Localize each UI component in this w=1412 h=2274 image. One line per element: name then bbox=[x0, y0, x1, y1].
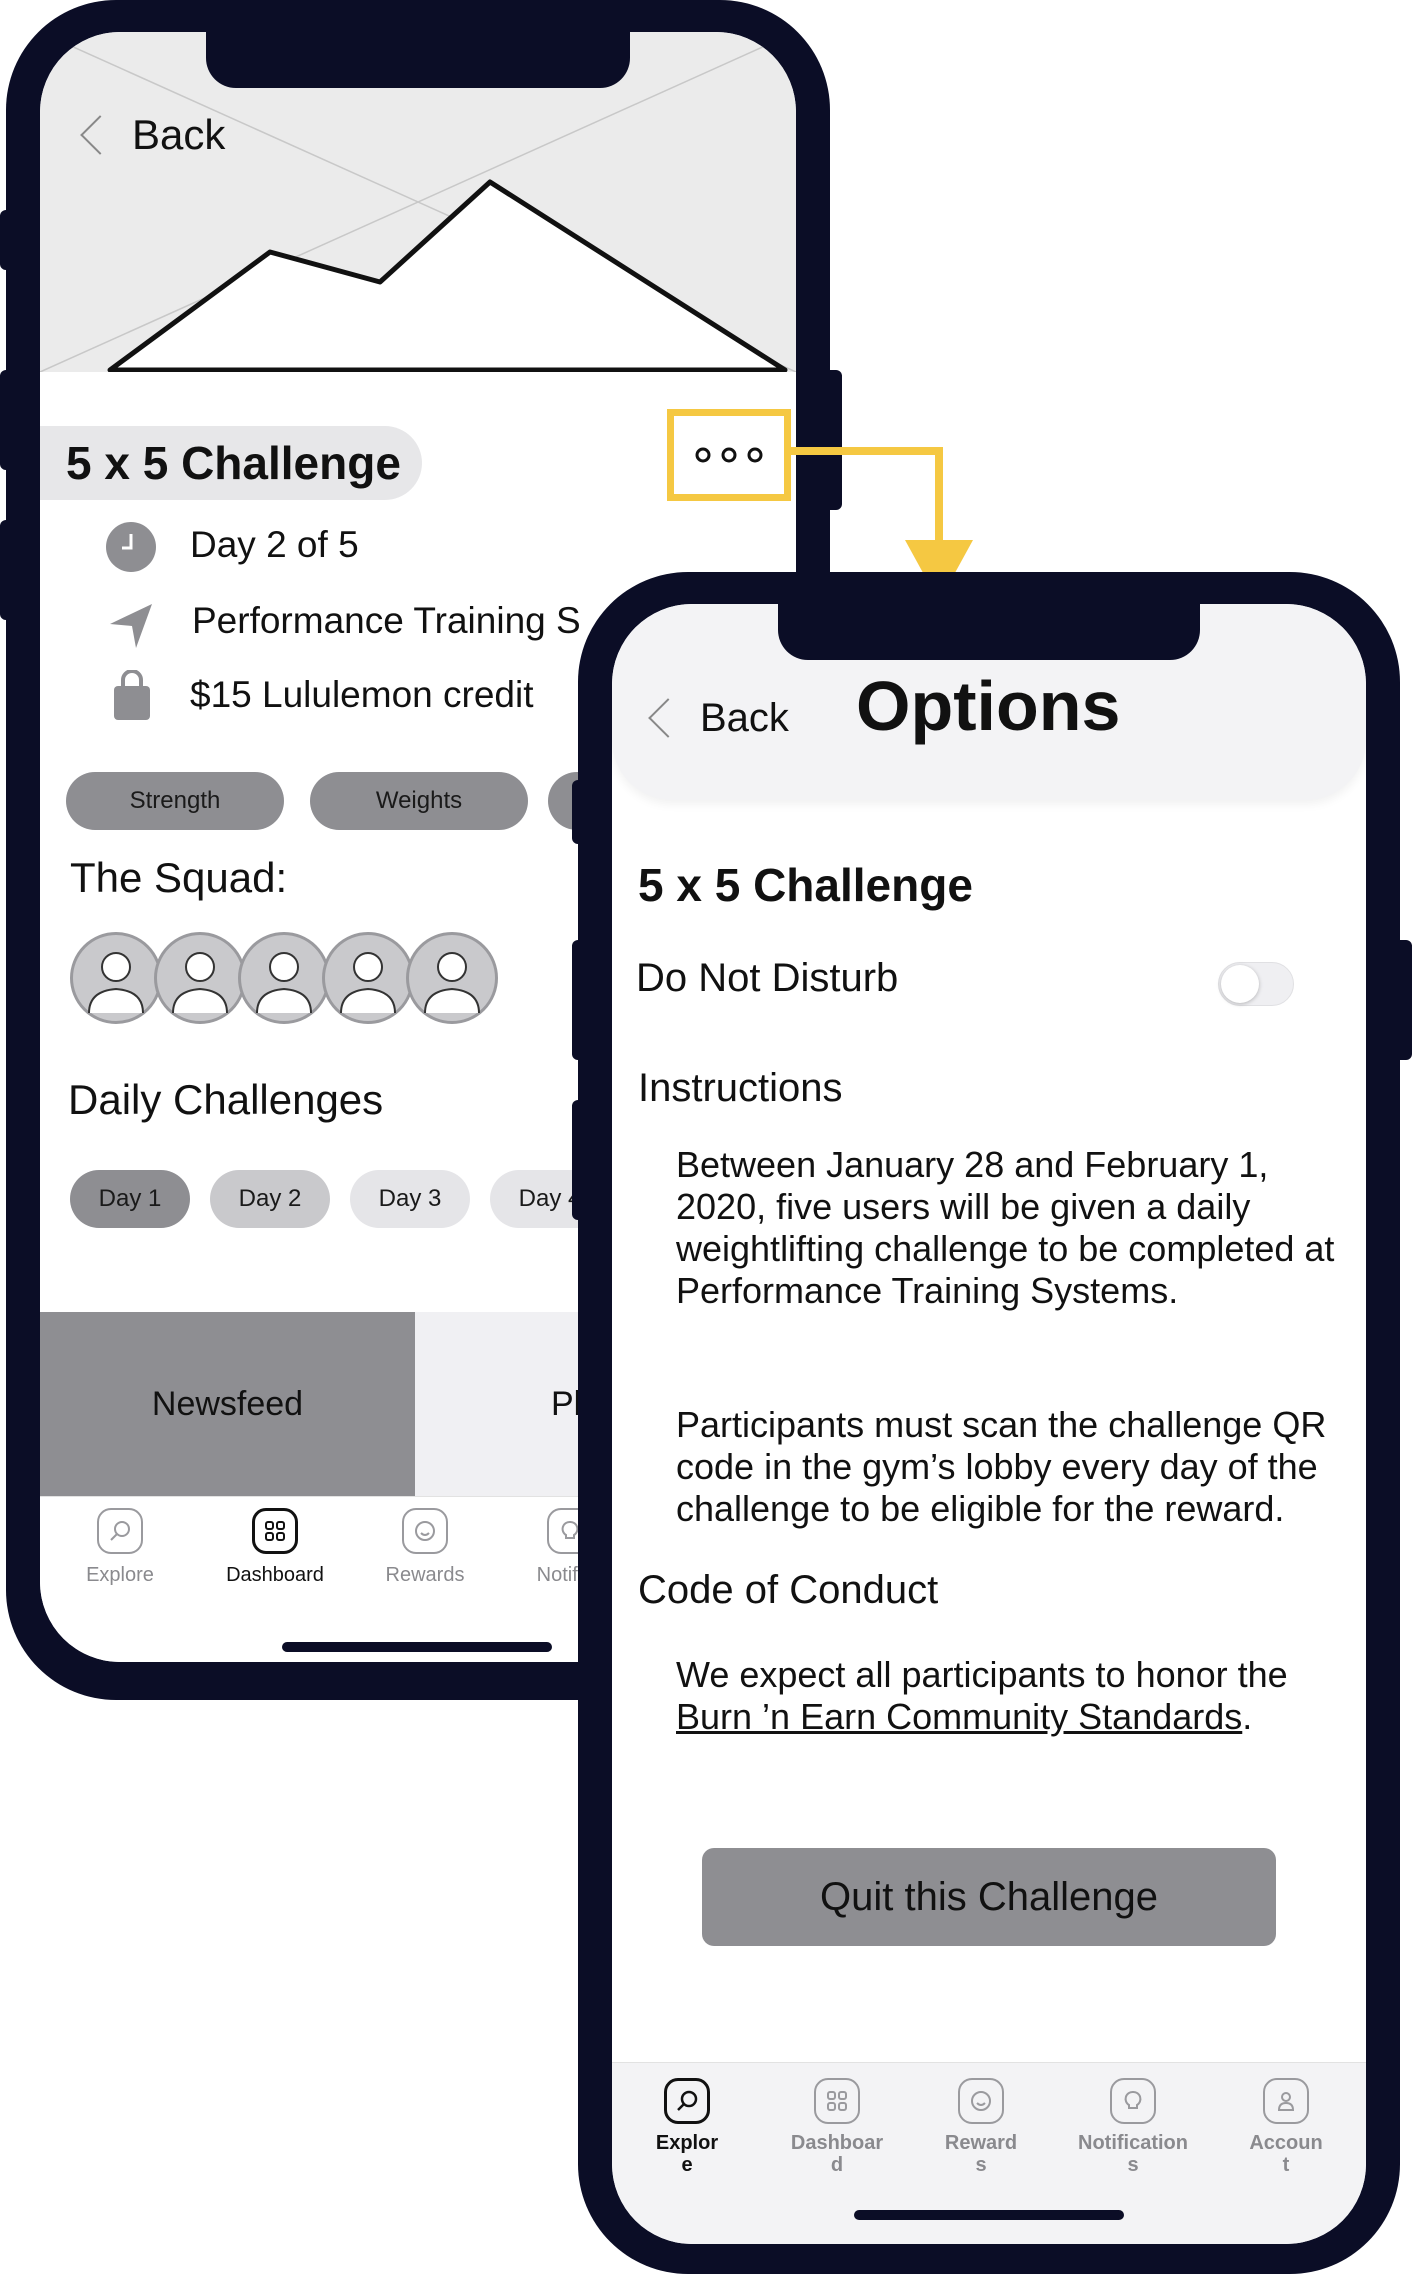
back-button[interactable]: Back bbox=[76, 110, 225, 160]
avatar[interactable] bbox=[154, 932, 246, 1024]
ellipsis-icon bbox=[695, 447, 763, 463]
day-pill-2[interactable]: Day 2 bbox=[210, 1170, 330, 1228]
tab-explore[interactable]: Explor e bbox=[642, 2078, 732, 2176]
back-button[interactable]: Back bbox=[644, 688, 789, 748]
conduct-heading: Code of Conduct bbox=[638, 1568, 939, 1612]
detail-day: Day 2 of 5 bbox=[190, 524, 359, 565]
search-icon bbox=[664, 2078, 710, 2124]
instructions-paragraph-2: Participants must scan the challenge QR … bbox=[676, 1404, 1327, 1529]
phone2-screen: Back Options 5 x 5 Challenge Do Not Dist… bbox=[612, 604, 1366, 2244]
user-icon bbox=[1263, 2078, 1309, 2124]
shopping-bag-icon bbox=[112, 669, 152, 722]
bulb-icon bbox=[1110, 2078, 1156, 2124]
chevron-left-icon bbox=[80, 115, 120, 155]
tab-dashboard[interactable]: Dashboard bbox=[210, 1508, 340, 1586]
dnd-label: Do Not Disturb bbox=[636, 956, 899, 1000]
instructions-heading: Instructions bbox=[638, 1066, 843, 1110]
challenge-title: 5 x 5 Challenge bbox=[638, 859, 973, 911]
more-options-button[interactable] bbox=[667, 409, 791, 501]
tag-strength[interactable]: Strength bbox=[66, 772, 284, 830]
phone2-notch bbox=[778, 602, 1200, 660]
conduct-paragraph: We expect all participants to honor the … bbox=[676, 1654, 1288, 1737]
challenge-title: 5 x 5 Challenge bbox=[40, 426, 422, 500]
clock-icon bbox=[106, 522, 156, 572]
tab-explore[interactable]: Explore bbox=[70, 1508, 170, 1586]
tab-account[interactable]: Accoun t bbox=[1238, 2078, 1334, 2176]
grid-icon bbox=[814, 2078, 860, 2124]
segment-newsfeed[interactable]: Newsfeed bbox=[40, 1312, 415, 1496]
page-title: Options bbox=[856, 667, 1121, 745]
home-indicator bbox=[282, 1642, 552, 1652]
avatar[interactable] bbox=[322, 932, 414, 1024]
community-standards-link[interactable]: Burn ’n Earn Community Standards bbox=[676, 1696, 1242, 1737]
day-pill-1[interactable]: Day 1 bbox=[70, 1170, 190, 1228]
chevron-left-icon bbox=[648, 698, 688, 738]
toggle-knob bbox=[1221, 965, 1259, 1003]
smile-icon bbox=[402, 1508, 448, 1554]
instructions-paragraph-1: Between January 28 and February 1, 2020,… bbox=[676, 1144, 1335, 1311]
avatar[interactable] bbox=[406, 932, 498, 1024]
tag-weights[interactable]: Weights bbox=[310, 772, 528, 830]
quit-challenge-button[interactable]: Quit this Challenge bbox=[702, 1848, 1276, 1946]
smile-icon bbox=[958, 2078, 1004, 2124]
detail-location: Performance Training S bbox=[192, 600, 581, 641]
dnd-toggle[interactable] bbox=[1218, 962, 1294, 1006]
location-arrow-icon bbox=[106, 600, 156, 650]
squad-label: The Squad: bbox=[70, 854, 288, 901]
back-label: Back bbox=[132, 111, 226, 158]
phone2-frame: Back Options 5 x 5 Challenge Do Not Dist… bbox=[578, 572, 1400, 2274]
home-indicator bbox=[854, 2210, 1124, 2220]
back-label: Back bbox=[700, 695, 789, 740]
tab-rewards[interactable]: Reward s bbox=[936, 2078, 1026, 2176]
avatar[interactable] bbox=[238, 932, 330, 1024]
grid-icon bbox=[252, 1508, 298, 1554]
connector-line bbox=[791, 447, 943, 455]
tab-rewards[interactable]: Rewards bbox=[370, 1508, 480, 1586]
tab-dashboard[interactable]: Dashboar d bbox=[782, 2078, 892, 2176]
tab-notifications[interactable]: Notification s bbox=[1068, 2078, 1198, 2176]
connector-line bbox=[935, 447, 943, 547]
detail-reward: $15 Lululemon credit bbox=[190, 674, 534, 715]
avatar[interactable] bbox=[70, 932, 162, 1024]
search-icon bbox=[97, 1508, 143, 1554]
phone1-notch bbox=[206, 30, 630, 88]
day-pill-3[interactable]: Day 3 bbox=[350, 1170, 470, 1228]
daily-challenges-label: Daily Challenges bbox=[68, 1076, 384, 1123]
